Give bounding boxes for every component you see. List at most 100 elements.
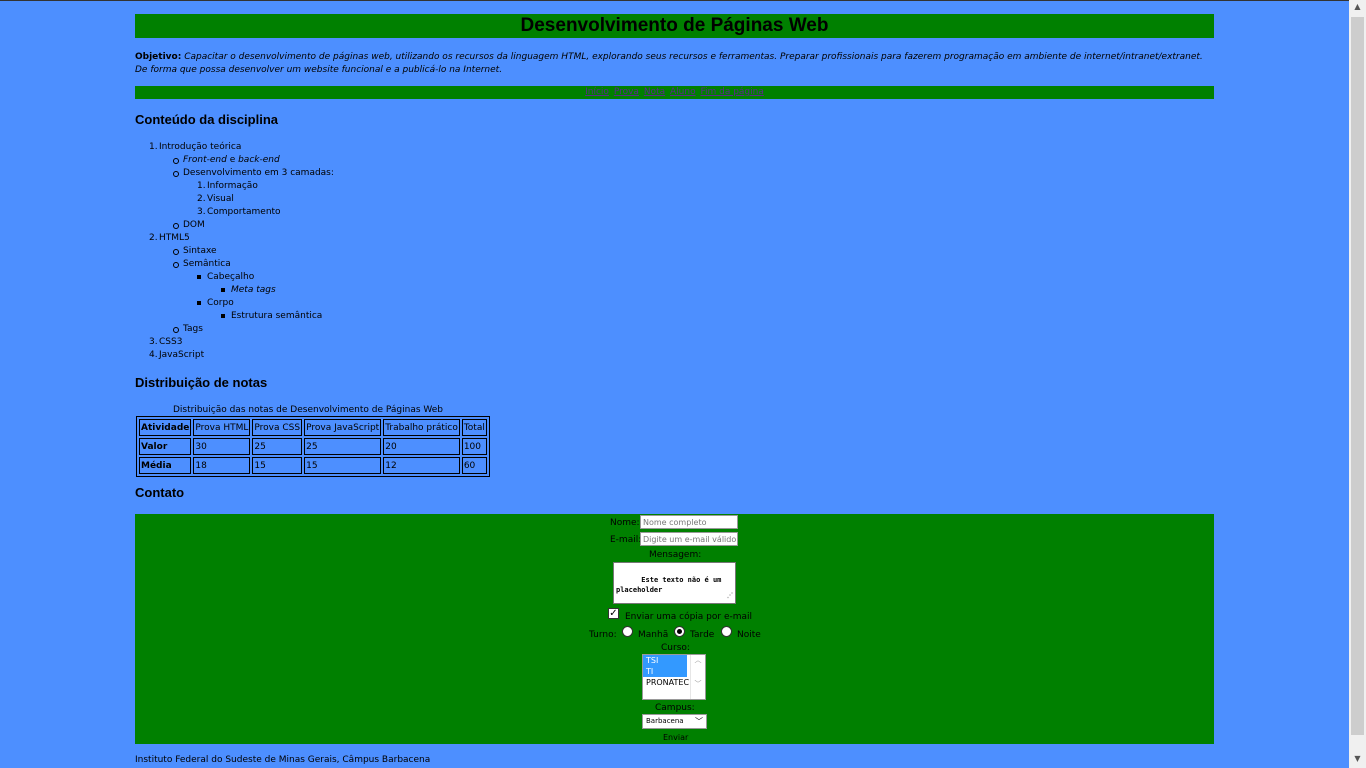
list-item: Meta tags	[221, 284, 276, 297]
grades-heading: Distribuição de notas	[135, 375, 268, 390]
bullet-icon	[173, 158, 179, 164]
list-item-text: Meta tags	[231, 285, 276, 295]
list-item: Tags	[173, 323, 203, 336]
course-label: Curso:	[661, 643, 690, 653]
list-item-text: Introdução teórica	[159, 142, 242, 152]
list-item-text: Informação	[207, 181, 258, 191]
list-item-text: Sintaxe	[183, 246, 217, 256]
list-item: 1. Introdução teórica	[149, 142, 242, 152]
bullet-icon	[221, 288, 225, 292]
shift-option-label: Noite	[737, 630, 761, 640]
list-item: 2. Visual	[197, 194, 234, 204]
table-cell: 25	[252, 438, 303, 455]
list-item: DOM	[173, 219, 205, 232]
list-item-text: Front-end	[183, 155, 227, 165]
list-item: 2. HTML5	[149, 233, 190, 243]
list-item: Semântica	[173, 258, 231, 271]
list-item: 4. JavaScript	[149, 350, 205, 360]
footer-text: Instituto Federal do Sudeste de Minas Ge…	[135, 755, 431, 765]
contact-form: Nome: Nome completo E-mail: Digite um e-…	[135, 514, 1214, 744]
course-listbox[interactable]: TSI TI PRONATEC ︿ ﹀	[642, 654, 706, 700]
shift-radio-noite[interactable]	[721, 626, 732, 637]
table-header-cell: Atividade	[139, 419, 192, 436]
copy-label: Enviar uma cópia por e-mail	[625, 612, 753, 622]
list-item-text: e	[226, 155, 239, 165]
header-bar: Desenvolvimento de Páginas Web	[135, 14, 1214, 38]
table-header-row: Atividade Prova HTML Prova CSS Prova Jav…	[139, 419, 487, 436]
list-item: 3. Comportamento	[197, 207, 281, 217]
bullet-icon	[173, 171, 179, 177]
name-input[interactable]: Nome completo	[640, 515, 738, 529]
table-header-cell: Total	[461, 419, 487, 436]
nav-link-nota[interactable]: Nota	[644, 87, 665, 97]
shift-option-label: Manhã	[638, 630, 669, 640]
table-row: Média 18 15 15 12 60	[139, 457, 487, 474]
name-label: Nome:	[610, 518, 640, 528]
table-cell: 25	[304, 438, 382, 455]
resize-grip-icon[interactable]: ⋰	[727, 591, 733, 601]
objective-paragraph: Objetivo: Capacitar o desenvolvimento de…	[135, 51, 1214, 77]
list-item-text: Comportamento	[207, 207, 281, 217]
list-item: 3. CSS3	[149, 337, 183, 347]
scroll-down-icon[interactable]: ▼	[1349, 754, 1366, 763]
nav-link-prova[interactable]: Prova	[614, 87, 639, 97]
list-item-text: HTML5	[159, 233, 190, 243]
list-item: Corpo	[197, 297, 234, 310]
bullet-icon	[173, 262, 179, 268]
bullet-icon	[197, 301, 201, 305]
bullet-icon	[173, 223, 179, 229]
listbox-scrollbar[interactable]: ︿ ﹀	[690, 655, 705, 699]
list-item-text: Cabeçalho	[207, 272, 255, 282]
page-scrollbar[interactable]: ▲ ▼	[1349, 0, 1366, 768]
course-option-pronatec[interactable]: PRONATEC	[643, 677, 689, 688]
syllabus-heading: Conteúdo da disciplina	[135, 112, 279, 127]
list-item-text: Desenvolvimento em 3 camadas:	[183, 168, 334, 178]
list-item-text: Semântica	[183, 259, 231, 269]
list-item-text: CSS3	[159, 337, 183, 347]
campus-value: Barbacena	[646, 717, 684, 725]
table-cell: 15	[252, 457, 303, 474]
submit-button[interactable]: Enviar	[657, 729, 692, 744]
shift-label: Turno:	[589, 630, 617, 640]
email-label: E-mail:	[610, 535, 642, 545]
nav-link-inicio[interactable]: Início	[585, 87, 609, 97]
list-item-text: JavaScript	[159, 350, 205, 360]
campus-select[interactable]: Barbacena ﹀	[642, 714, 707, 729]
list-item: Sintaxe	[173, 245, 217, 258]
table-cell: 15	[304, 457, 382, 474]
shift-radio-manha[interactable]	[622, 626, 633, 637]
list-item-text: back-end	[238, 155, 280, 165]
bullet-icon	[173, 327, 179, 333]
course-option-tsi[interactable]: TSI	[643, 655, 687, 666]
list-item-text: DOM	[183, 220, 205, 230]
list-item-text: Estrutura semântica	[231, 311, 323, 321]
chevron-down-icon: ﹀	[695, 717, 703, 726]
nav-link-aluno[interactable]: Aluno	[670, 87, 696, 97]
nav-link-fim[interactable]: Fim da página	[700, 87, 763, 97]
email-input[interactable]: Digite um e-mail válido	[640, 532, 738, 546]
table-cell: 20	[383, 438, 460, 455]
list-item-text: Corpo	[207, 298, 234, 308]
message-text: Este texto não é um placeholder	[616, 576, 726, 594]
message-textarea[interactable]: Este texto não é um placeholder ⋰	[613, 562, 736, 604]
table-header-cell: Prova CSS	[252, 419, 303, 436]
table-header-cell: Prova HTML	[193, 419, 251, 436]
table-header-cell: Trabalho prático	[383, 419, 460, 436]
table-row: Valor 30 25 25 20 100	[139, 438, 487, 455]
table-cell: 30	[193, 438, 251, 455]
campus-label: Campus:	[655, 703, 695, 713]
chevron-up-icon[interactable]: ︿	[691, 655, 705, 665]
table-header-cell: Prova JavaScript	[304, 419, 382, 436]
scroll-thumb[interactable]	[1351, 17, 1364, 735]
list-item: Cabeçalho	[197, 271, 255, 284]
nav-bar: Início Prova Nota Aluno Fim da página	[135, 86, 1214, 99]
copy-checkbox[interactable]: ✓	[608, 608, 619, 619]
list-item-text: Visual	[207, 194, 234, 204]
chevron-down-icon[interactable]: ﹀	[691, 679, 705, 689]
bullet-icon	[173, 249, 179, 255]
course-option-ti[interactable]: TI	[643, 666, 687, 677]
shift-radio-tarde[interactable]	[674, 626, 685, 637]
scroll-up-icon[interactable]: ▲	[1349, 2, 1366, 11]
message-label: Mensagem:	[649, 550, 702, 560]
grades-table: Atividade Prova HTML Prova CSS Prova Jav…	[136, 416, 490, 477]
